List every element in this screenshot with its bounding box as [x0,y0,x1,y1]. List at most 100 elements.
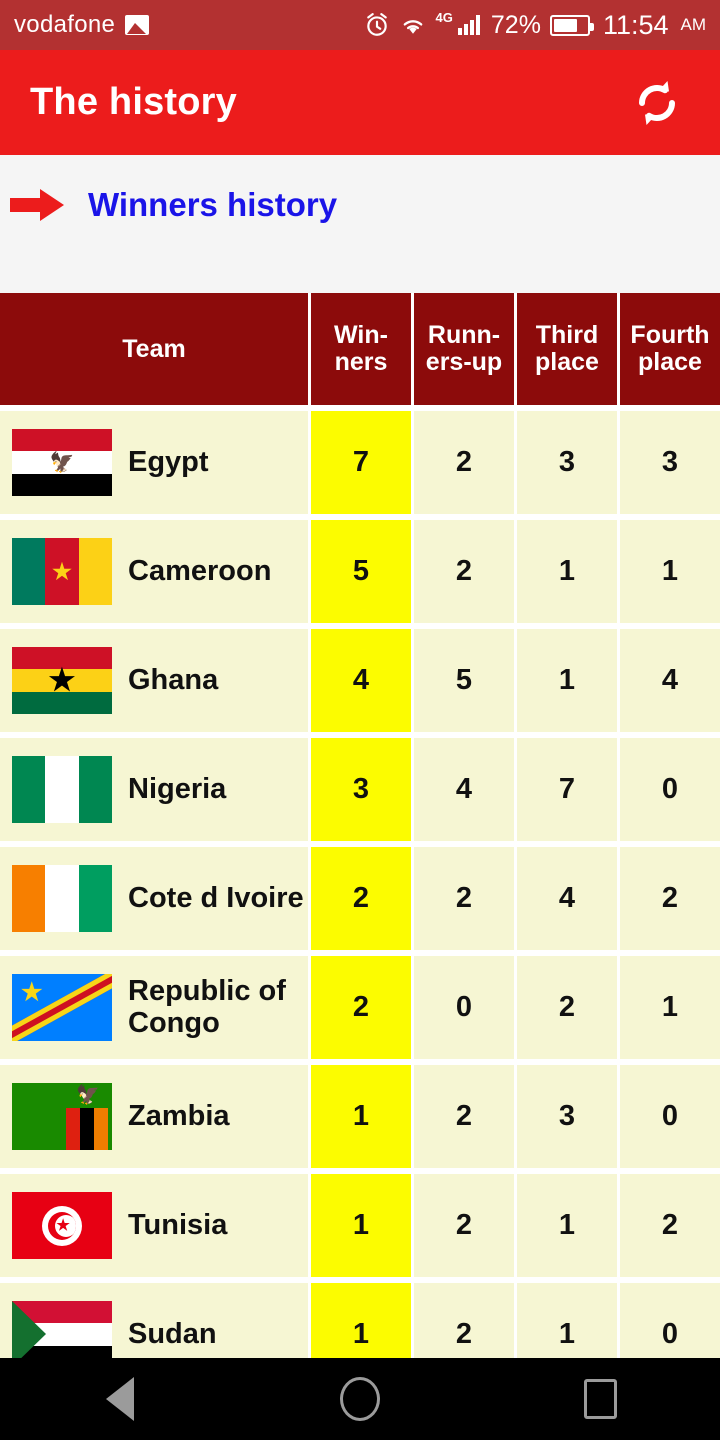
team-name: Tunisia [128,1208,228,1241]
nav-home-button[interactable] [305,1358,415,1440]
signal-bars-icon [457,15,480,35]
fourth-place-cell: 3 [620,411,720,514]
team-cell: Nigeria [0,738,308,841]
column-header-fourth: Fourth place [620,293,720,405]
fourth-place-cell: 1 [620,956,720,1059]
team-cell: Cote d Ivoire [0,847,308,950]
flag-ivory-coast [12,865,112,932]
column-header-third: Third place [517,293,617,405]
third-place-cell: 2 [517,956,617,1059]
fourth-place-cell: 0 [620,738,720,841]
star-icon: ★ [21,979,43,1006]
clock-meridiem-label: AM [680,15,707,34]
winners-cell: 7 [311,411,411,514]
fourth-place-cell: 4 [620,629,720,732]
clock-label: 11:54 [602,9,669,40]
table-row[interactable]: Nigeria 3 4 7 0 [0,738,720,841]
flag-egypt: 🦅 [12,429,112,496]
winners-cell: 5 [311,520,411,623]
section-title: Winners history [88,186,338,223]
column-header-runners-up: Runn-ers-up [414,293,514,405]
third-place-cell: 3 [517,1065,617,1168]
flag-tunisia: ★ [12,1192,112,1259]
table-row[interactable]: ★ Tunisia 1 2 1 2 [0,1174,720,1277]
runners-up-cell: 5 [414,629,514,732]
wifi-icon [403,20,422,34]
table-header-row: Team Win-ners Runn-ers-up Third place Fo… [0,293,720,405]
network-type-label: 4G [435,9,453,25]
team-cell: ★ Cameroon [0,520,308,623]
runners-up-cell: 2 [414,847,514,950]
table-row[interactable]: ★ Ghana 4 5 1 4 [0,629,720,732]
carrier-label: vodafone [14,11,116,38]
table-row[interactable]: 🦅 Zambia 1 2 3 0 [0,1065,720,1168]
status-bar: vodafone 4G 72% 11:54 AM [0,0,720,50]
flag-ghana: ★ [12,647,112,714]
runners-up-cell: 2 [414,411,514,514]
right-arrow-icon [10,189,64,221]
crescent-star-icon: ★ [42,1205,82,1246]
team-name: Nigeria [128,772,227,805]
team-cell: 🦅 Zambia [0,1065,308,1168]
refresh-icon [638,80,676,125]
battery-percent-label: 72% [490,10,541,39]
fourth-place-cell: 0 [620,1065,720,1168]
winners-cell: 3 [311,738,411,841]
winners-cell: 1 [311,1174,411,1277]
table-row[interactable]: ★ Republic of Congo 2 0 2 1 [0,956,720,1059]
page-title: The history [30,81,238,123]
team-name: Republic of Congo [128,974,286,1039]
fourth-place-cell: 2 [620,1174,720,1277]
section-header[interactable]: Winners history [0,155,720,255]
flag-cameroon: ★ [12,538,112,605]
third-place-cell: 1 [517,520,617,623]
refresh-button[interactable] [624,70,690,136]
table-row[interactable]: 🦅 Egypt 7 2 3 3 [0,411,720,514]
winners-cell: 4 [311,629,411,732]
runners-up-cell: 4 [414,738,514,841]
team-cell: 🦅 Egypt [0,411,308,514]
table-row[interactable]: Cote d Ivoire 2 2 4 2 [0,847,720,950]
third-place-cell: 4 [517,847,617,950]
runners-up-cell: 2 [414,1174,514,1277]
table-row[interactable]: ★ Cameroon 5 2 1 1 [0,520,720,623]
column-header-team: Team [0,293,308,405]
third-place-cell: 1 [517,1174,617,1277]
winners-cell: 1 [311,1065,411,1168]
winners-cell: 2 [311,847,411,950]
team-name: Cote d Ivoire [128,881,304,914]
runners-up-cell: 2 [414,1065,514,1168]
fourth-place-cell: 2 [620,847,720,950]
fourth-place-cell: 1 [620,520,720,623]
section-spacer [0,255,720,293]
star-icon: ★ [48,663,76,697]
runners-up-cell: 0 [414,956,514,1059]
alarm-icon [366,13,387,36]
winners-cell: 2 [311,956,411,1059]
app-bar: The history [0,50,720,155]
flag-nigeria [12,756,112,823]
star-icon: ★ [52,558,72,584]
nav-back-button[interactable] [65,1358,175,1440]
android-navigation-bar [0,1358,720,1440]
team-name: Sudan [128,1317,217,1350]
team-name: Zambia [128,1099,230,1132]
winners-history-table: Team Win-ners Runn-ers-up Third place Fo… [0,293,720,1386]
back-triangle-icon [106,1377,134,1421]
eagle-emblem-icon: 🦅 [76,1085,100,1106]
third-place-cell: 3 [517,411,617,514]
photo-icon [125,15,150,35]
runners-up-cell: 2 [414,520,514,623]
eagle-emblem-icon: 🦅 [49,451,75,474]
team-cell: ★ Tunisia [0,1174,308,1277]
battery-icon [549,14,594,36]
recents-square-icon [583,1379,617,1419]
team-cell: ★ Ghana [0,629,308,732]
third-place-cell: 7 [517,738,617,841]
third-place-cell: 1 [517,629,617,732]
team-cell: ★ Republic of Congo [0,956,308,1059]
column-header-winners: Win-ners [311,293,411,405]
nav-recents-button[interactable] [545,1358,655,1440]
flag-dr-congo: ★ [12,974,112,1041]
home-circle-icon [340,1377,380,1421]
